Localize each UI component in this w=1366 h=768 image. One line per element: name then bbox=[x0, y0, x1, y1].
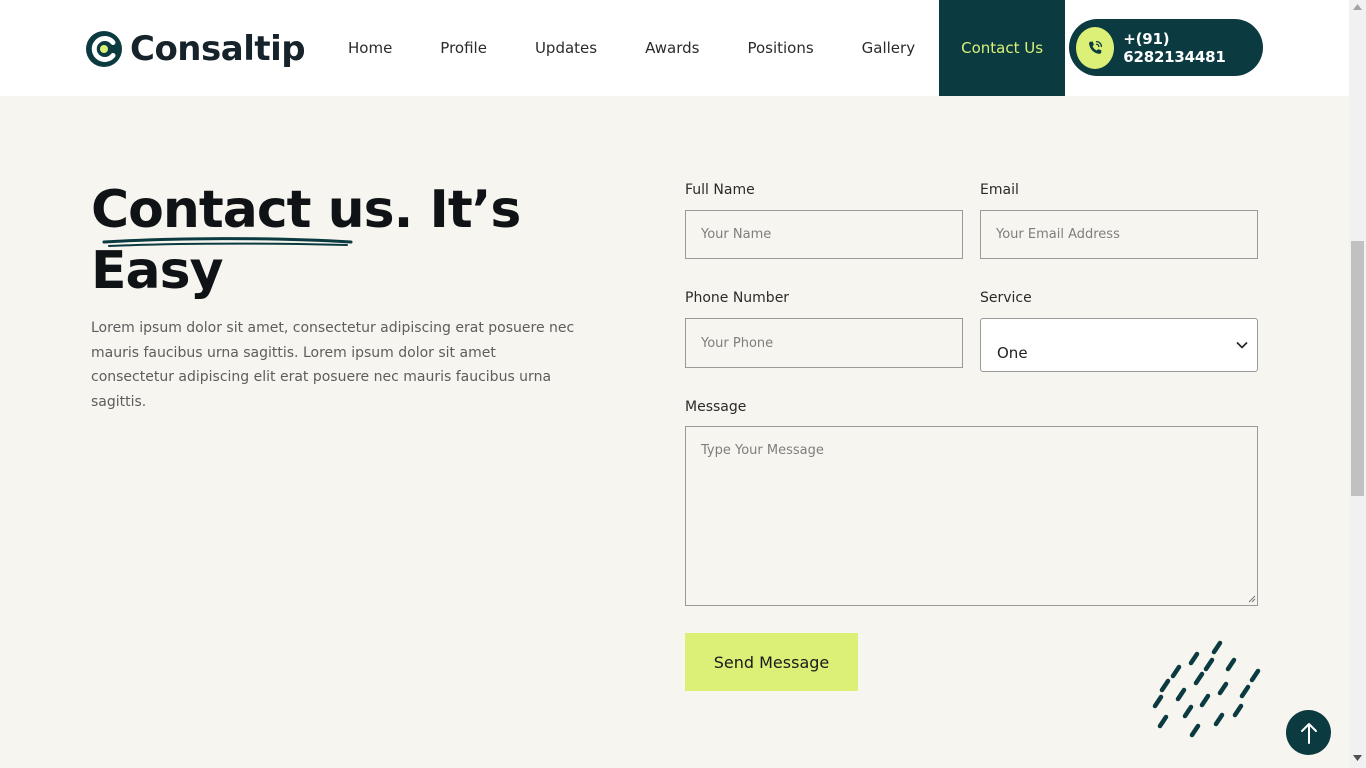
message-label: Message bbox=[685, 399, 747, 415]
phone-call-button[interactable]: +(91) 6282134481 bbox=[1069, 19, 1263, 76]
dash-pattern-decoration bbox=[1152, 640, 1261, 738]
back-to-top-button[interactable] bbox=[1286, 710, 1331, 755]
main-nav: Home Profile Updates Awards Positions Ga… bbox=[324, 0, 1066, 96]
phone-number: +(91) 6282134481 bbox=[1123, 29, 1226, 66]
service-select[interactable]: One bbox=[980, 318, 1258, 372]
scrollbar-thumb[interactable] bbox=[1351, 241, 1364, 496]
brand-name: Consaltip bbox=[130, 29, 306, 69]
scroll-down-arrow-icon[interactable] bbox=[1353, 755, 1362, 761]
phone-call-icon bbox=[1076, 26, 1115, 69]
arrow-up-icon bbox=[1300, 722, 1317, 744]
page-scrollbar[interactable] bbox=[1349, 0, 1366, 768]
nav-positions[interactable]: Positions bbox=[723, 0, 837, 96]
email-label: Email bbox=[980, 182, 1019, 198]
site-header: Consaltip Home Profile Updates Awards Po… bbox=[0, 0, 1349, 96]
nav-gallery[interactable]: Gallery bbox=[838, 0, 939, 96]
nav-updates[interactable]: Updates bbox=[511, 0, 621, 96]
full-name-input[interactable] bbox=[685, 210, 963, 259]
intro-paragraph: Lorem ipsum dolor sit amet, consectetur … bbox=[91, 320, 575, 410]
page-title-line-1: Contact us. It’s bbox=[91, 180, 521, 240]
nav-profile[interactable]: Profile bbox=[416, 0, 511, 96]
title-underline-decoration bbox=[102, 237, 353, 247]
message-textarea[interactable] bbox=[685, 426, 1258, 606]
chevron-down-icon bbox=[1236, 341, 1248, 349]
resize-grip-icon[interactable] bbox=[1247, 594, 1256, 603]
logo-icon bbox=[86, 31, 122, 67]
nav-awards[interactable]: Awards bbox=[621, 0, 723, 96]
send-message-button[interactable]: Send Message bbox=[685, 633, 858, 691]
brand-logo[interactable]: Consaltip bbox=[86, 29, 306, 69]
phone-number-input[interactable] bbox=[685, 318, 963, 368]
full-name-label: Full Name bbox=[685, 182, 755, 198]
email-input[interactable] bbox=[980, 210, 1258, 259]
service-label: Service bbox=[980, 290, 1032, 306]
service-selected-value: One bbox=[997, 344, 1028, 362]
scroll-up-arrow-icon[interactable] bbox=[1353, 4, 1362, 10]
nav-home[interactable]: Home bbox=[324, 0, 416, 96]
phone-number-label: Phone Number bbox=[685, 290, 790, 306]
nav-contact-us[interactable]: Contact Us bbox=[939, 0, 1066, 96]
